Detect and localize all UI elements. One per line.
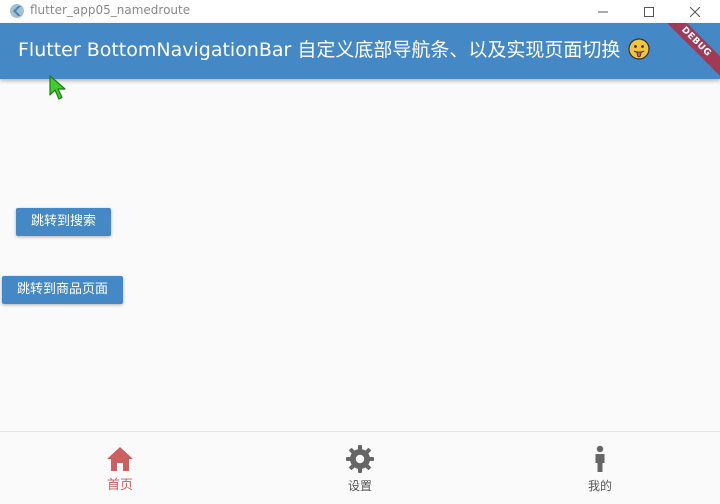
flutter-app-icon — [10, 4, 24, 18]
app-window: Flutter BottomNavigationBar 自定义底部导航条、以及实… — [0, 23, 720, 504]
person-icon — [585, 444, 615, 474]
app-bar: Flutter BottomNavigationBar 自定义底部导航条、以及实… — [0, 23, 720, 79]
home-icon — [105, 444, 135, 474]
nav-item-home-label: 首页 — [106, 478, 133, 493]
bottom-navigation-bar: 首页 设置 我的 — [0, 431, 720, 504]
nav-item-mine[interactable]: 我的 — [480, 432, 720, 504]
go-goods-button[interactable]: 跳转到商品页面 — [2, 276, 124, 304]
window-titlebar: flutter_app05_namedroute — [0, 0, 720, 23]
nav-item-settings-label: 设置 — [347, 479, 372, 493]
debug-banner: DEBUG — [655, 23, 720, 79]
window-title: flutter_app05_namedroute — [30, 3, 191, 17]
mouse-cursor-icon — [49, 75, 66, 100]
close-icon — [690, 6, 700, 17]
tongue-face-icon — [628, 38, 651, 60]
nav-item-home[interactable]: 首页 — [0, 432, 240, 504]
maximize-icon — [644, 6, 654, 17]
minimize-button[interactable] — [580, 0, 626, 23]
nav-item-mine-label: 我的 — [587, 479, 612, 493]
gear-icon — [345, 444, 375, 474]
close-button[interactable] — [672, 0, 718, 23]
app-bar-title: Flutter BottomNavigationBar 自定义底部导航条、以及实… — [18, 36, 651, 64]
maximize-button[interactable] — [626, 0, 672, 23]
minimize-icon — [598, 11, 608, 12]
go-search-button[interactable]: 跳转到搜索 — [16, 208, 112, 236]
app-bar-title-text: Flutter BottomNavigationBar 自定义底部导航条、以及实… — [18, 39, 621, 61]
nav-item-settings[interactable]: 设置 — [240, 432, 480, 504]
